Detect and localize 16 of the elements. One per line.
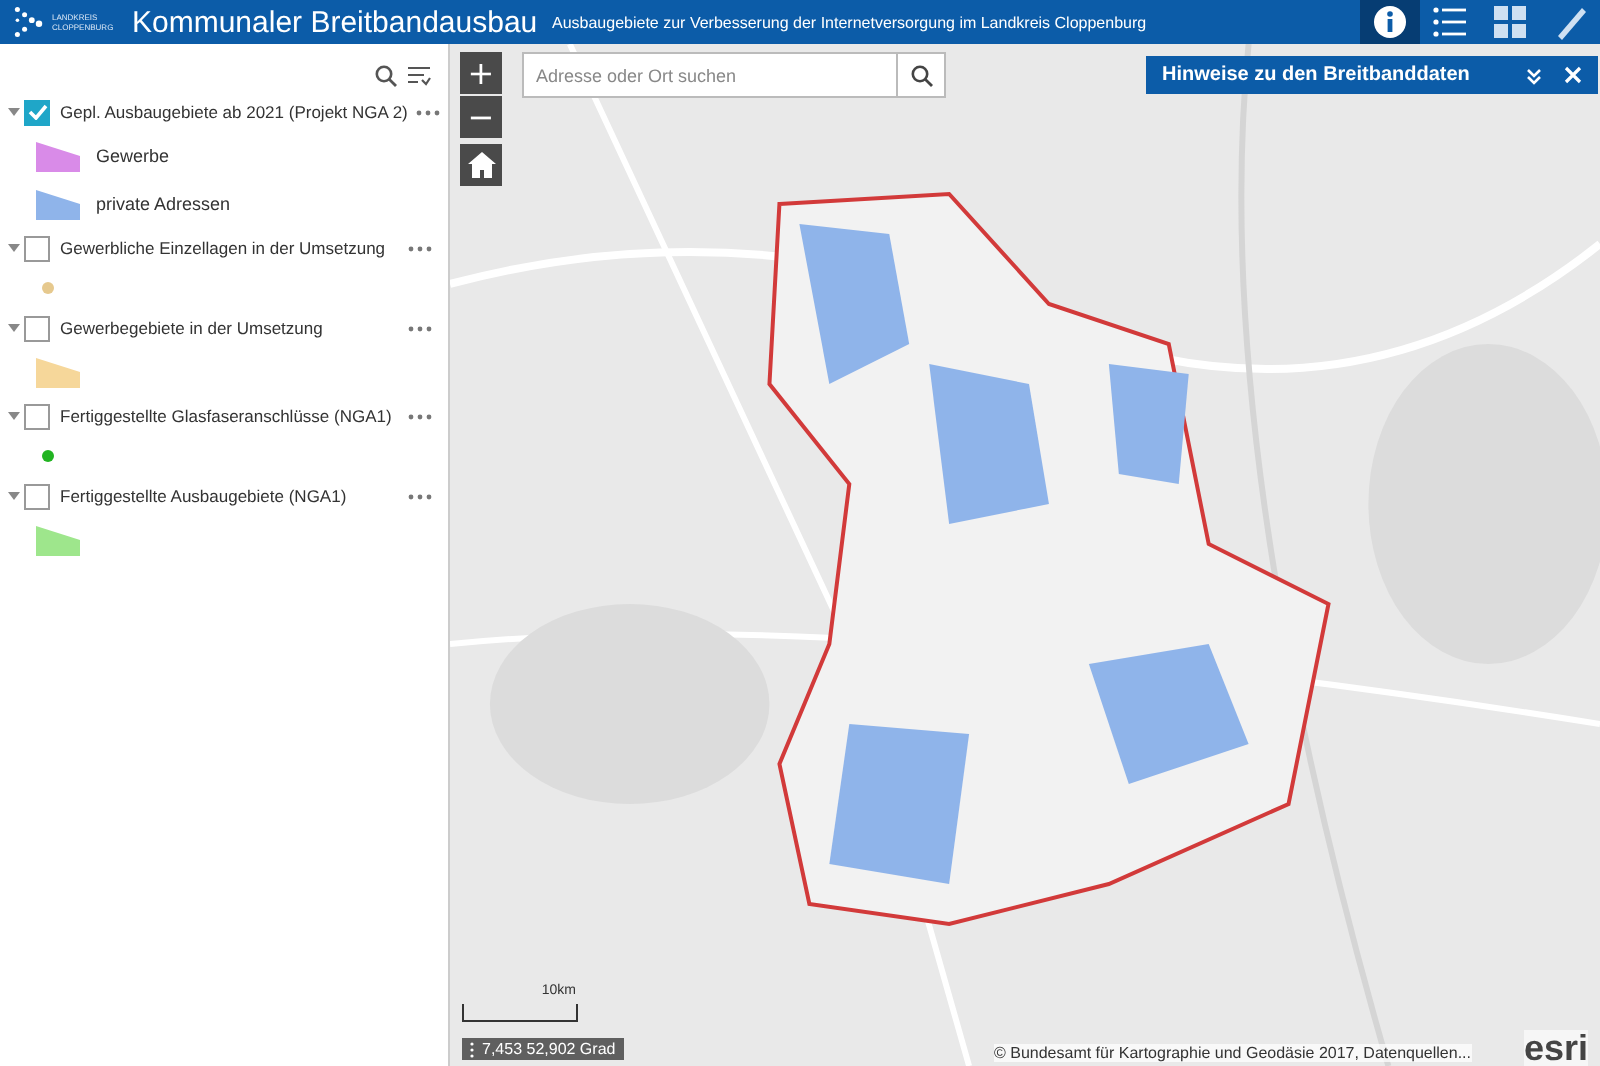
legend-label: Gewerbe <box>96 146 170 166</box>
zoom-out-button[interactable]: − <box>460 96 502 138</box>
esri-logo: esri <box>1523 1030 1588 1066</box>
attribution-text: © Bundesamt für Kartographie und Geodäsie 2017, Datenquellen... <box>994 1044 1471 1062</box>
app-title: Kommunaler Breitbandausbau <box>132 5 532 39</box>
layer-title: Gepl. Ausbaugebiete ab 2021 (Projekt NGA 2) <box>60 102 408 122</box>
app-subtitle: Ausbaugebiete zur Verbesserung der Internetversorgung im Landkreis Cloppenburg <box>552 13 1149 31</box>
zoom-in-button[interactable]: + <box>460 52 502 94</box>
coordinates-text: 7,453 52,902 Grad <box>482 1040 616 1058</box>
layer-title: Gewerbliche Einzellagen in der Umsetzung <box>60 238 388 258</box>
layer-title: Fertiggestellte Ausbaugebiete (NGA1) <box>60 486 349 506</box>
layer-title: Fertiggestellte Glasfaseranschlüsse (NGA1) <box>60 406 394 426</box>
legend-label: private Adressen <box>96 194 231 214</box>
search-field[interactable]: Adresse oder Ort suchen <box>522 52 946 98</box>
layer-title: Gewerbegebiete in der Umsetzung <box>60 318 325 338</box>
panel-title: Hinweise zu den Breitbanddaten <box>1162 64 1472 86</box>
